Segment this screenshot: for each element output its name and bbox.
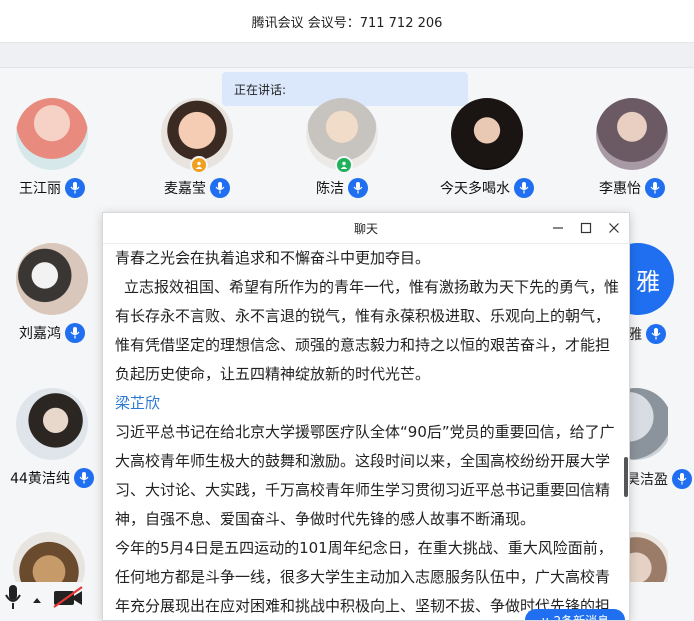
microphone-icon[interactable] — [672, 469, 692, 489]
participant-name: 刘嘉鸿 — [19, 326, 61, 342]
camera-off-icon[interactable] — [52, 585, 84, 612]
speaking-label: 正在讲话: — [234, 82, 287, 97]
participant-name: 王江丽 — [19, 181, 61, 197]
participant-tile-partial[interactable] — [13, 532, 85, 582]
avatar — [13, 532, 85, 582]
host-badge-icon — [190, 156, 208, 174]
participant-name-partial: 昊洁盈 — [626, 469, 692, 489]
participant-name: 麦嘉莹 — [164, 181, 206, 197]
microphone-icon[interactable] — [210, 178, 230, 198]
avatar — [451, 98, 523, 170]
participant-tile[interactable]: 麦嘉莹 — [142, 98, 252, 198]
participant-tile[interactable]: 刘嘉鸿 — [0, 243, 107, 343]
microphone-icon[interactable] — [514, 178, 534, 198]
bottom-control-bar — [0, 578, 114, 619]
participant-tile[interactable]: 王江丽 — [0, 98, 107, 198]
chat-title: 聊天 — [353, 221, 378, 236]
chat-scrollbar[interactable] — [624, 457, 628, 497]
microphone-icon[interactable] — [65, 323, 85, 343]
cohost-badge-icon — [335, 156, 353, 174]
chat-window[interactable]: 聊天 青春之光会在执着追求和不懈奋斗中更加夺目。 立志报效祖国、希望有所作为的青… — [102, 212, 630, 621]
microphone-icon[interactable] — [645, 178, 665, 198]
toolbar-strip — [0, 43, 694, 68]
participant-name: 今天多喝水 — [440, 181, 510, 197]
minimize-icon[interactable] — [549, 219, 567, 237]
microphone-icon[interactable] — [73, 468, 94, 488]
avatar — [16, 98, 88, 170]
chat-message-list[interactable]: 青春之光会在执着追求和不懈奋斗中更加夺目。 立志报效祖国、希望有所作为的青年一代… — [103, 244, 629, 620]
participant-name: 陈洁 — [316, 181, 344, 197]
participant-tile[interactable]: 陈洁 — [287, 98, 397, 198]
chat-message: 青春之光会在执着追求和不懈奋斗中更加夺目。 — [115, 249, 431, 267]
microphone-icon[interactable] — [4, 583, 22, 615]
participant-name: 李惠怡 — [599, 181, 641, 197]
participant-tile[interactable]: 44黄洁纯 — [0, 388, 107, 488]
chat-message: 立志报效祖国、希望有所作为的青年一代，惟有激扬敢为天下先的勇气，惟有长存永不言败… — [115, 278, 620, 383]
avatar — [306, 98, 378, 174]
window-title: 腾讯会议 会议号：711 712 206 — [251, 15, 443, 31]
chat-sender-name[interactable]: 梁芷欣 — [115, 389, 619, 418]
maximize-icon[interactable] — [577, 219, 595, 237]
avatar — [16, 388, 88, 460]
participant-tile[interactable]: 今天多喝水 — [432, 98, 542, 198]
microphone-icon[interactable] — [646, 324, 666, 344]
chevron-up-icon[interactable] — [32, 589, 42, 608]
chat-message: 今年的5月4日是五四运动的101周年纪念日，在重大挑战、重大风险面前，任何地方都… — [115, 539, 613, 615]
microphone-icon[interactable] — [348, 178, 368, 198]
window-title-bar: 腾讯会议 会议号：711 712 206 — [0, 0, 694, 43]
participant-name: 44黄洁纯 — [10, 471, 70, 487]
chat-message: 习近平总书记在给北京大学援鄂医疗队全体“90后”党员的重要回信，给了广大高校青年… — [115, 423, 615, 528]
close-icon[interactable] — [605, 219, 623, 237]
avatar — [161, 98, 233, 174]
microphone-icon[interactable] — [65, 178, 85, 198]
new-messages-button[interactable]: ∨ 2条新消息 — [525, 609, 625, 620]
participant-name-partial: 雅 — [628, 324, 666, 344]
avatar — [16, 243, 88, 315]
participant-tile[interactable]: 李惠怡 — [577, 98, 687, 198]
avatar — [596, 98, 668, 170]
chat-header[interactable]: 聊天 — [103, 213, 629, 244]
